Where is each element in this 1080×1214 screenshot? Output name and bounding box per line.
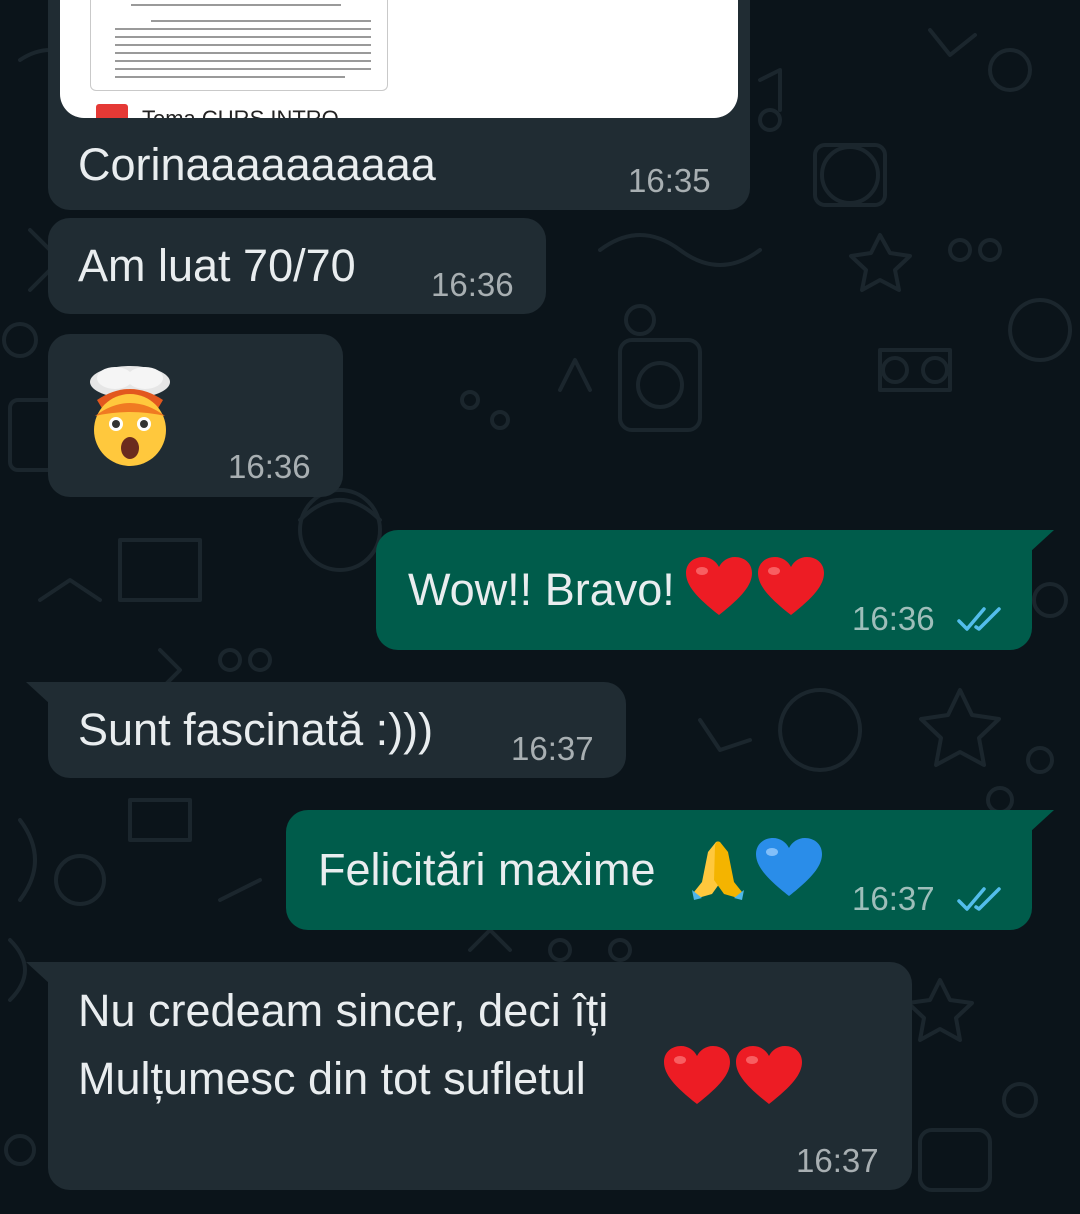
message-time: 16:35: [628, 162, 711, 199]
incoming-message-bubble[interactable]: Sunt fascinată :))) 16:37: [26, 682, 626, 778]
message-time: 16:36: [228, 448, 311, 485]
message-time: 16:37: [796, 1142, 879, 1179]
document-file-name: Tema CURS INTRO: [142, 106, 339, 118]
outgoing-message-bubble[interactable]: Wow!! Bravo! 16:36: [376, 530, 1054, 650]
red-heart-emoji: [664, 1046, 730, 1104]
message-text: Felicitări maxime: [318, 847, 656, 892]
double-check-icon: [957, 887, 1001, 911]
bubble-tail: [26, 682, 50, 704]
message-text-content: Felicitări maxime: [318, 844, 656, 895]
message-text-content: Wow!! Bravo!: [408, 564, 675, 615]
message-time: 16:37: [852, 880, 935, 917]
blue-heart-emoji: [756, 838, 822, 896]
exploding-head-emoji: [90, 366, 170, 466]
bubble-tail: [1030, 530, 1054, 552]
message-text: Corinaaaaaaaaaa: [78, 139, 436, 190]
pdf-file-icon: [96, 104, 128, 118]
message-text: Wow!! Bravo!: [408, 567, 675, 612]
document-page-thumbnail: [90, 0, 388, 91]
message-line: Nu credeam sincer, deci îți: [78, 985, 609, 1036]
incoming-message-bubble[interactable]: Am luat 70/70 16:36: [48, 218, 546, 314]
red-heart-emoji: [686, 557, 752, 615]
bubble-tail: [1030, 810, 1054, 832]
message-time: 16:37: [511, 730, 594, 767]
message-time: 16:36: [852, 600, 935, 637]
folded-hands-emoji: [692, 841, 744, 900]
double-check-icon: [957, 607, 1001, 631]
message-text: Sunt fascinată :))): [78, 704, 434, 755]
red-heart-emoji: [758, 557, 824, 615]
message-line: Mulțumesc din tot sufletul: [78, 1053, 586, 1104]
document-preview[interactable]: Tema CURS INTRO: [60, 0, 738, 118]
incoming-message-bubble[interactable]: Nu credeam sincer, deci îți Mulțumesc di…: [26, 962, 912, 1190]
message-time: 16:36: [431, 266, 514, 303]
outgoing-message-bubble[interactable]: Felicitări maxime 16:37: [286, 810, 1054, 930]
bubble-tail: [26, 962, 50, 984]
message-text: Am luat 70/70: [78, 240, 356, 291]
red-heart-emoji: [736, 1046, 802, 1104]
incoming-message-bubble[interactable]: 16:36: [48, 334, 343, 497]
